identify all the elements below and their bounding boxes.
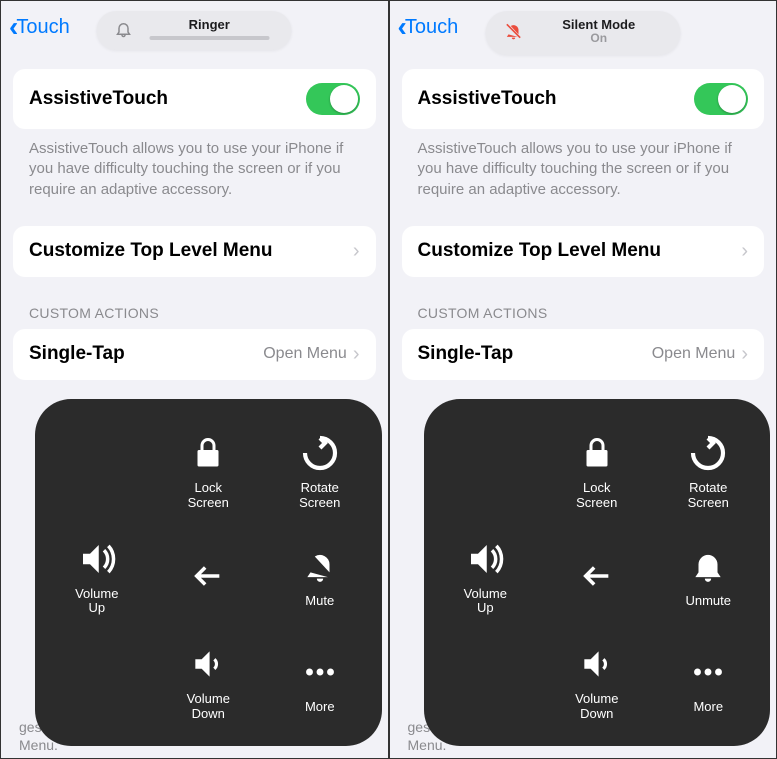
customize-menu-label: Customize Top Level Menu [29,240,273,262]
single-tap-label: Single-Tap [29,343,125,365]
lock-screen-label: Lock Screen [188,481,229,511]
back-button[interactable] [155,527,263,627]
assistivetouch-toggle[interactable] [694,83,748,115]
back-label[interactable]: Touch [405,16,458,39]
more-button[interactable]: More [655,632,763,732]
volume-up-button[interactable]: Volume Up [432,527,540,627]
nav-bar: ‹ Touch [1,1,388,63]
more-icon [298,650,342,694]
rotate-screen-label: Rotate Screen [299,481,340,511]
nav-bar: ‹ Touch [390,1,777,63]
arrow-left-icon [575,554,619,598]
phone-right: ‹ Touch Silent Mode On AssistiveTouch As… [389,0,777,759]
single-tap-label: Single-Tap [418,343,514,365]
panel-empty [432,632,540,732]
panel-empty [43,421,151,521]
single-tap-value: Open Menu [652,345,736,363]
volume-up-label: Volume Up [464,587,507,617]
rotate-icon [298,431,342,475]
rotate-screen-button[interactable]: Rotate Screen [266,421,374,521]
back-label[interactable]: Touch [16,16,69,39]
volume-down-button[interactable]: Volume Down [155,632,263,732]
panel-empty [43,632,151,732]
customize-menu-row[interactable]: Customize Top Level Menu › [13,226,376,277]
volume-down-icon [575,642,619,686]
assistivetouch-panel: Lock Screen Rotate Screen Volume Up [35,399,382,746]
customize-menu-row[interactable]: Customize Top Level Menu › [402,226,765,277]
more-label: More [693,700,723,715]
bell-slash-icon [298,544,342,588]
mute-label: Mute [305,594,334,609]
lock-screen-label: Lock Screen [576,481,617,511]
lock-screen-button[interactable]: Lock Screen [543,421,651,521]
chevron-right-icon: › [741,343,748,366]
rotate-icon [686,431,730,475]
assistivetouch-description: AssistiveTouch allows you to use your iP… [402,129,765,216]
lock-icon [575,431,619,475]
panel-empty [432,421,540,521]
more-icon [686,650,730,694]
assistivetouch-toggle-row: AssistiveTouch [13,69,376,129]
phone-left: ‹ Touch Ringer AssistiveTouch AssistiveT… [0,0,389,759]
volume-up-button[interactable]: Volume Up [43,527,151,627]
back-button[interactable] [543,527,651,627]
volume-down-label: Volume Down [575,692,618,722]
mute-button[interactable]: Mute [266,527,374,627]
unmute-label: Unmute [685,594,731,609]
customize-menu-label: Customize Top Level Menu [418,240,662,262]
volume-up-icon [75,537,119,581]
single-tap-row[interactable]: Single-Tap Open Menu › [402,329,765,380]
single-tap-value: Open Menu [263,345,347,363]
rotate-screen-label: Rotate Screen [688,481,729,511]
assistivetouch-label: AssistiveTouch [418,88,557,110]
unmute-button[interactable]: Unmute [655,527,763,627]
chevron-right-icon: › [353,343,360,366]
lock-screen-button[interactable]: Lock Screen [155,421,263,521]
custom-actions-header: CUSTOM ACTIONS [402,277,765,329]
single-tap-row[interactable]: Single-Tap Open Menu › [13,329,376,380]
volume-up-icon [463,537,507,581]
assistivetouch-toggle[interactable] [306,83,360,115]
bell-icon [686,544,730,588]
assistivetouch-description: AssistiveTouch allows you to use your iP… [13,129,376,216]
lock-icon [186,431,230,475]
more-label: More [305,700,335,715]
arrow-left-icon [186,554,230,598]
chevron-right-icon: › [353,240,360,263]
rotate-screen-button[interactable]: Rotate Screen [655,421,763,521]
more-button[interactable]: More [266,632,374,732]
chevron-right-icon: › [741,240,748,263]
assistivetouch-panel: Lock Screen Rotate Screen Volume Up [424,399,771,746]
volume-down-button[interactable]: Volume Down [543,632,651,732]
assistivetouch-toggle-row: AssistiveTouch [402,69,765,129]
custom-actions-header: CUSTOM ACTIONS [13,277,376,329]
assistivetouch-label: AssistiveTouch [29,88,168,110]
volume-down-icon [186,642,230,686]
volume-up-label: Volume Up [75,587,118,617]
volume-down-label: Volume Down [187,692,230,722]
